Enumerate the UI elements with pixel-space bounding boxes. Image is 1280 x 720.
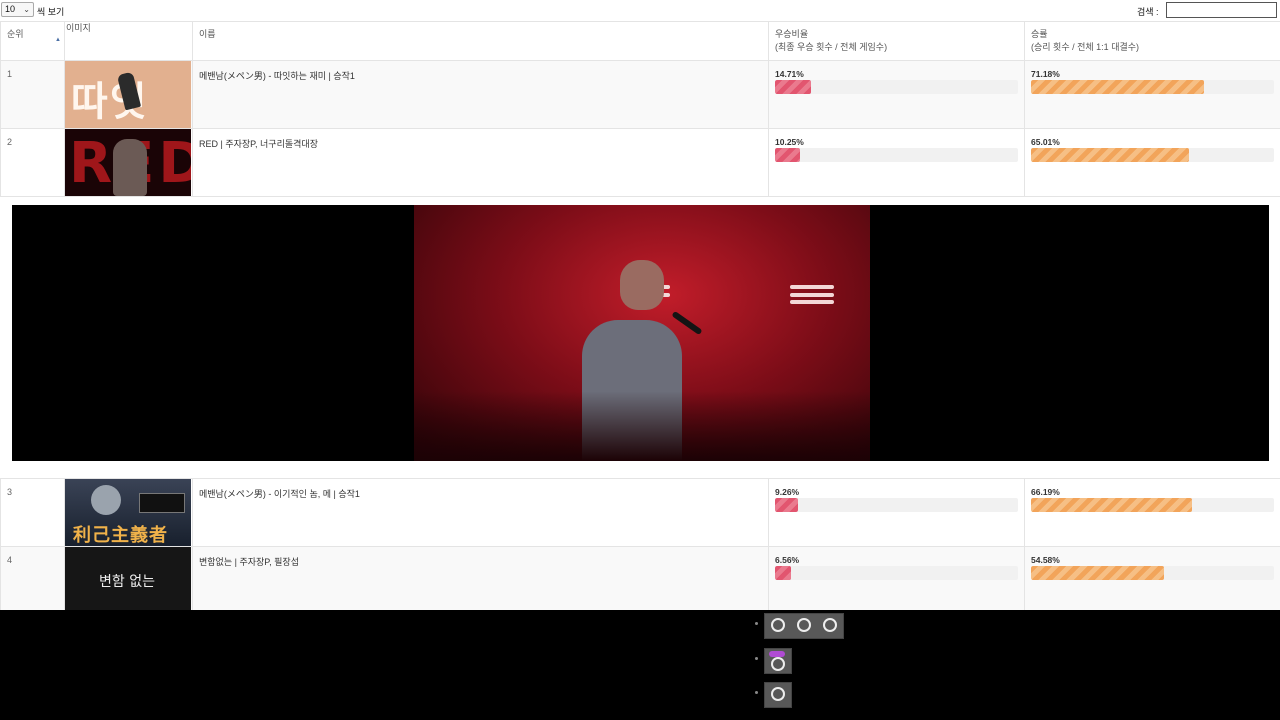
header-win-rate-label: 승률 [1031, 29, 1048, 39]
win-rate-track [1031, 148, 1274, 162]
win-rate-track [1031, 566, 1274, 580]
search-input[interactable] [1166, 2, 1277, 18]
win-ratio-track [775, 566, 1018, 580]
win-rate-label: 66.19% [1031, 487, 1060, 497]
thumbnail-text: 利己主義者 [73, 525, 168, 546]
win-rate-track [1031, 498, 1274, 512]
thumbnail-figure [113, 139, 147, 196]
header-win-ratio-sub: (최종 우승 횟수 / 전체 게임수) [775, 42, 888, 52]
emoji-face-icon [797, 618, 811, 632]
search-label: 검색 : [1137, 7, 1159, 17]
win-ratio-bar [775, 80, 811, 94]
win-rate-cell: 66.19% [1024, 478, 1280, 547]
sort-ascending-icon: ▲ [55, 37, 61, 43]
win-ratio-track [775, 148, 1018, 162]
dancing-emoji-icon[interactable] [764, 613, 844, 639]
name-cell: 변함없는 | 주자장P, 필장섭 [192, 546, 769, 615]
emoji-face-icon [823, 618, 837, 632]
thumbnail-image[interactable]: RED [65, 129, 191, 196]
table-row[interactable]: 3 利己主義者 메밴남(メペン男) - 이기적인 놈, 메 | 승작1 9.26… [0, 478, 1280, 547]
emoji-area [0, 610, 1280, 720]
thumbnail-cell: RED [64, 128, 193, 197]
win-ratio-bar [775, 566, 791, 580]
table-controls: 10 ⌄ 씩 보기 검색 : [0, 0, 1280, 20]
bullet-icon [755, 691, 758, 694]
stage-light [790, 285, 834, 289]
thumbnail-cell: 利己主義者 [64, 478, 193, 547]
header-rank-label: 순위 [7, 29, 24, 39]
header-win-ratio-label: 우승비율 [775, 29, 809, 39]
header-name[interactable]: 이름 [192, 21, 769, 61]
thumbnail-caption-box [139, 493, 185, 513]
win-ratio-cell: 10.25% [768, 128, 1025, 197]
win-rate-cell: 54.58% [1024, 546, 1280, 615]
win-ratio-cell: 6.56% [768, 546, 1025, 615]
thumbnail-text: 변함 없는 [99, 574, 155, 590]
crowd-shadow [414, 391, 870, 461]
header-image-label: 이미지 [66, 23, 91, 33]
crying-emoji-icon[interactable] [764, 682, 792, 708]
name-cell: 메밴남(メペン男) - 따잇하는 재미 | 승작1 [192, 60, 769, 129]
header-name-label: 이름 [199, 29, 216, 39]
emoji-face-icon [771, 618, 785, 632]
win-rate-track [1031, 80, 1274, 94]
thumbnail-image[interactable]: 변함 없는 [65, 547, 191, 614]
chevron-down-icon: ⌄ [23, 5, 30, 14]
win-rate-label: 71.18% [1031, 69, 1060, 79]
win-rate-bar [1031, 80, 1204, 94]
table-row[interactable]: 1 따잇 메밴남(メペン男) - 따잇하는 재미 | 승작1 14.71% 71… [0, 60, 1280, 129]
header-win-rate-sub: (승리 횟수 / 전체 1:1 대결수) [1031, 42, 1140, 52]
header-rank[interactable]: 순위 ▲ [0, 21, 65, 61]
win-rate-cell: 71.18% [1024, 60, 1280, 129]
stage-light [790, 293, 834, 297]
win-ratio-cell: 14.71% [768, 60, 1025, 129]
page-size-select[interactable]: 10 ⌄ [1, 2, 34, 17]
emoji-face-icon [771, 687, 785, 701]
thumbnail-cell: 변함 없는 [64, 546, 193, 615]
rank-cell: 3 [0, 478, 65, 547]
thumbnail-cell: 따잇 [64, 60, 193, 129]
win-ratio-label: 14.71% [775, 69, 804, 79]
emoji-face-icon [771, 657, 785, 671]
win-ratio-label: 10.25% [775, 137, 804, 147]
singer-head [620, 260, 664, 310]
thumbnail-image[interactable]: 따잇 [65, 61, 191, 128]
header-win-ratio[interactable]: 우승비율 (최종 우승 횟수 / 전체 게임수) [768, 21, 1025, 61]
thumbnail-image[interactable]: 利己主義者 [65, 479, 191, 546]
page-size-value: 10 [5, 4, 16, 14]
stage-light [790, 300, 834, 304]
win-rate-cell: 65.01% [1024, 128, 1280, 197]
rank-cell: 2 [0, 128, 65, 197]
video-player[interactable] [12, 205, 1269, 461]
bullet-icon [755, 622, 758, 625]
name-cell: RED | 주자장P, 너구리돌격대장 [192, 128, 769, 197]
table-row[interactable]: 4 변함 없는 변함없는 | 주자장P, 필장섭 6.56% 54.58% [0, 546, 1280, 615]
win-ratio-bar [775, 498, 798, 512]
name-cell: 메밴남(メペン男) - 이기적인 놈, 메 | 승작1 [192, 478, 769, 547]
win-ratio-cell: 9.26% [768, 478, 1025, 547]
table-header-row: 순위 ▲ 이미지 이름 우승비율 (최종 우승 횟수 / 전체 게임수) 승률 … [0, 21, 1280, 61]
win-ratio-label: 6.56% [775, 555, 800, 565]
win-rate-label: 65.01% [1031, 137, 1060, 147]
rank-cell: 1 [0, 60, 65, 129]
win-ratio-track [775, 80, 1018, 94]
win-rate-label: 54.58% [1031, 555, 1060, 565]
win-rate-bar [1031, 498, 1192, 512]
page-size-suffix: 씩 보기 [37, 7, 65, 17]
thumbnail-figure [91, 485, 121, 515]
microphone [671, 310, 703, 336]
win-ratio-track [775, 498, 1018, 512]
rank-cell: 4 [0, 546, 65, 615]
bullet-icon [755, 657, 758, 660]
win-ratio-bar [775, 148, 800, 162]
video-frame [414, 205, 870, 461]
header-image[interactable]: 이미지 [64, 21, 193, 61]
win-ratio-label: 9.26% [775, 487, 800, 497]
win-rate-bar [1031, 148, 1189, 162]
hat-emoji-icon[interactable] [764, 648, 792, 674]
table-row[interactable]: 2 RED RED | 주자장P, 너구리돌격대장 10.25% 65.01% [0, 128, 1280, 197]
win-rate-bar [1031, 566, 1164, 580]
header-win-rate[interactable]: 승률 (승리 횟수 / 전체 1:1 대결수) [1024, 21, 1280, 61]
